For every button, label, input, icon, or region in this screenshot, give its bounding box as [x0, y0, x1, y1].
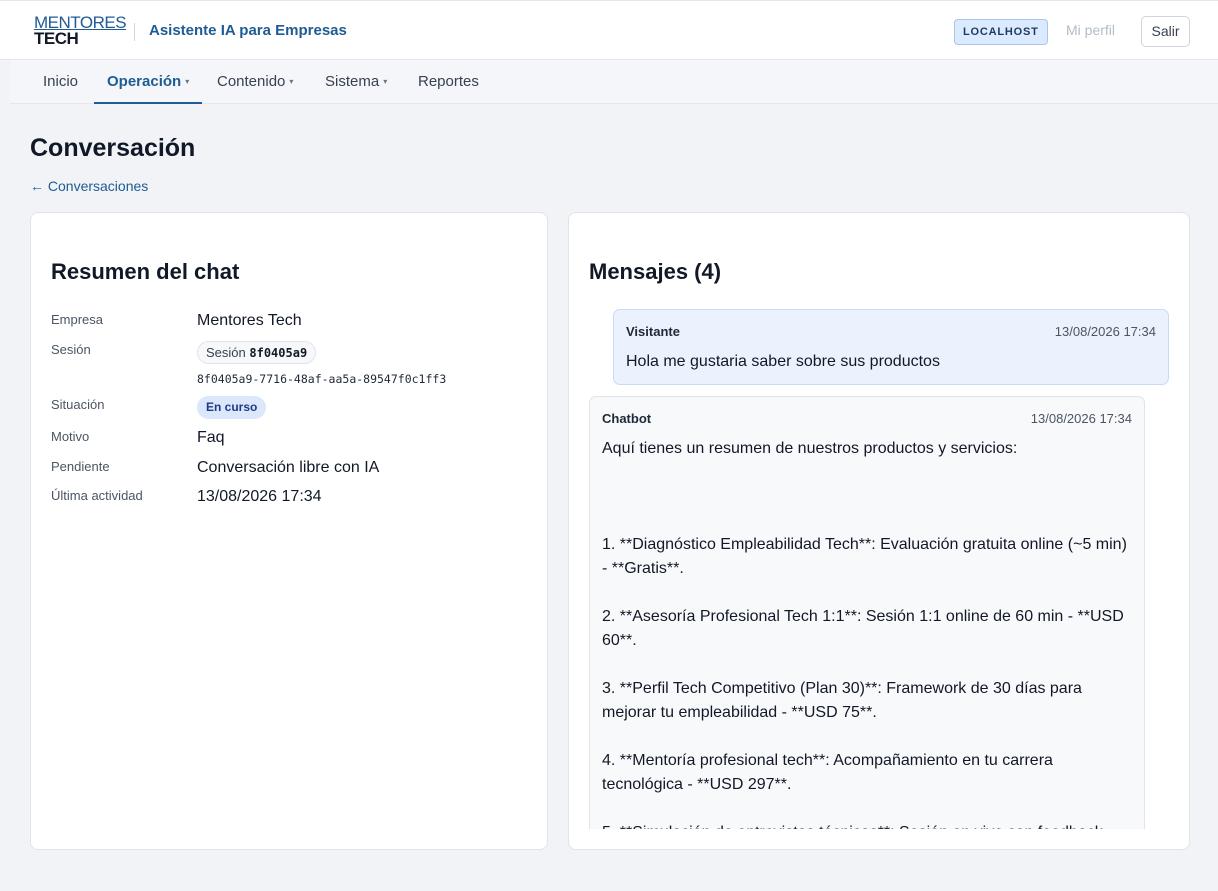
session-pill: Sesión 8f0405a9: [197, 341, 317, 364]
pendiente-label: Pendiente: [51, 459, 110, 474]
empresa-label: Empresa: [51, 312, 104, 327]
messages-title: Mensajes (4): [589, 259, 722, 284]
motivo-label: Motivo: [51, 429, 90, 444]
session-short-id: 8f0405a9: [249, 346, 308, 360]
back-to-conversations-link[interactable]: ← Conversaciones: [30, 178, 148, 194]
profile-link[interactable]: Mi perfil: [1066, 22, 1115, 38]
message-body: Aquí tienes un resumen de nuestros produ…: [602, 440, 1127, 829]
logo[interactable]: MENTORES TECH: [34, 13, 127, 49]
logo-line-1: MENTORES: [34, 13, 127, 32]
pendiente-value: Conversación libre con IA: [197, 459, 380, 476]
chevron-down-icon: ▾: [289, 77, 294, 86]
message-time: 13/08/2026 17:34: [1030, 411, 1132, 426]
environment-badge: LOCALHOST: [954, 19, 1048, 45]
message-sender: Chatbot: [602, 411, 652, 426]
main-nav: Inicio Operación ▾ Contenido ▾ Sistema ▾ Re…: [10, 60, 1218, 104]
app-title[interactable]: Asistente IA para Empresas: [149, 22, 347, 39]
logo-line-2: TECH: [34, 29, 79, 48]
chevron-down-icon: ▾: [383, 77, 388, 86]
nav-item-label: Operación: [107, 73, 182, 90]
summary-title: Resumen del chat: [51, 259, 240, 284]
message-body: Hola me gustaria saber sobre sus product…: [626, 353, 940, 370]
session-pill-prefix: Sesión: [206, 345, 246, 360]
status-badge: En curso: [197, 396, 267, 419]
nav-item-inicio[interactable]: Inicio: [43, 60, 78, 104]
chevron-down-icon: ▾: [185, 77, 190, 86]
messages-card: Mensajes (4) Visitante 13/08/2026 17:34 …: [568, 212, 1190, 850]
header-divider: [134, 23, 135, 41]
ultima-actividad-label: Última actividad: [51, 488, 143, 503]
nav-item-operacion[interactable]: Operación ▾: [94, 60, 203, 104]
empresa-value: Mentores Tech: [197, 312, 302, 329]
message-time: 13/08/2026 17:34: [1054, 324, 1156, 339]
nav-item-label: Reportes: [418, 73, 479, 90]
ultima-actividad-value: 13/08/2026 17:34: [197, 488, 322, 505]
logout-button[interactable]: Salir: [1141, 16, 1190, 47]
session-full-id: 8f0405a9-7716-48af-aa5a-89547f0c1ff3: [197, 372, 447, 386]
motivo-value: Faq: [197, 429, 225, 446]
nav-item-sistema[interactable]: Sistema ▾: [325, 60, 387, 104]
page-title: Conversación: [30, 134, 196, 162]
nav-item-reportes[interactable]: Reportes: [418, 60, 479, 104]
message-sender: Visitante: [626, 324, 680, 339]
sesion-label: Sesión: [51, 342, 91, 357]
nav-item-label: Inicio: [43, 73, 79, 90]
nav-item-label: Sistema: [325, 73, 380, 90]
messages-scroll-area[interactable]: Visitante 13/08/2026 17:34 Hola me gusta…: [569, 309, 1189, 829]
nav-item-label: Contenido: [217, 73, 286, 90]
top-header: MENTORES TECH Asistente IA para Empresas…: [0, 0, 1218, 60]
situacion-label: Situación: [51, 397, 105, 412]
nav-item-contenido[interactable]: Contenido ▾: [217, 60, 293, 104]
chat-summary-card: Resumen del chat Empresa Mentores Tech S…: [30, 212, 548, 850]
message-visitor: Visitante 13/08/2026 17:34 Hola me gusta…: [613, 309, 1169, 385]
message-chatbot: Chatbot 13/08/2026 17:34 Aquí tienes un …: [589, 396, 1145, 829]
